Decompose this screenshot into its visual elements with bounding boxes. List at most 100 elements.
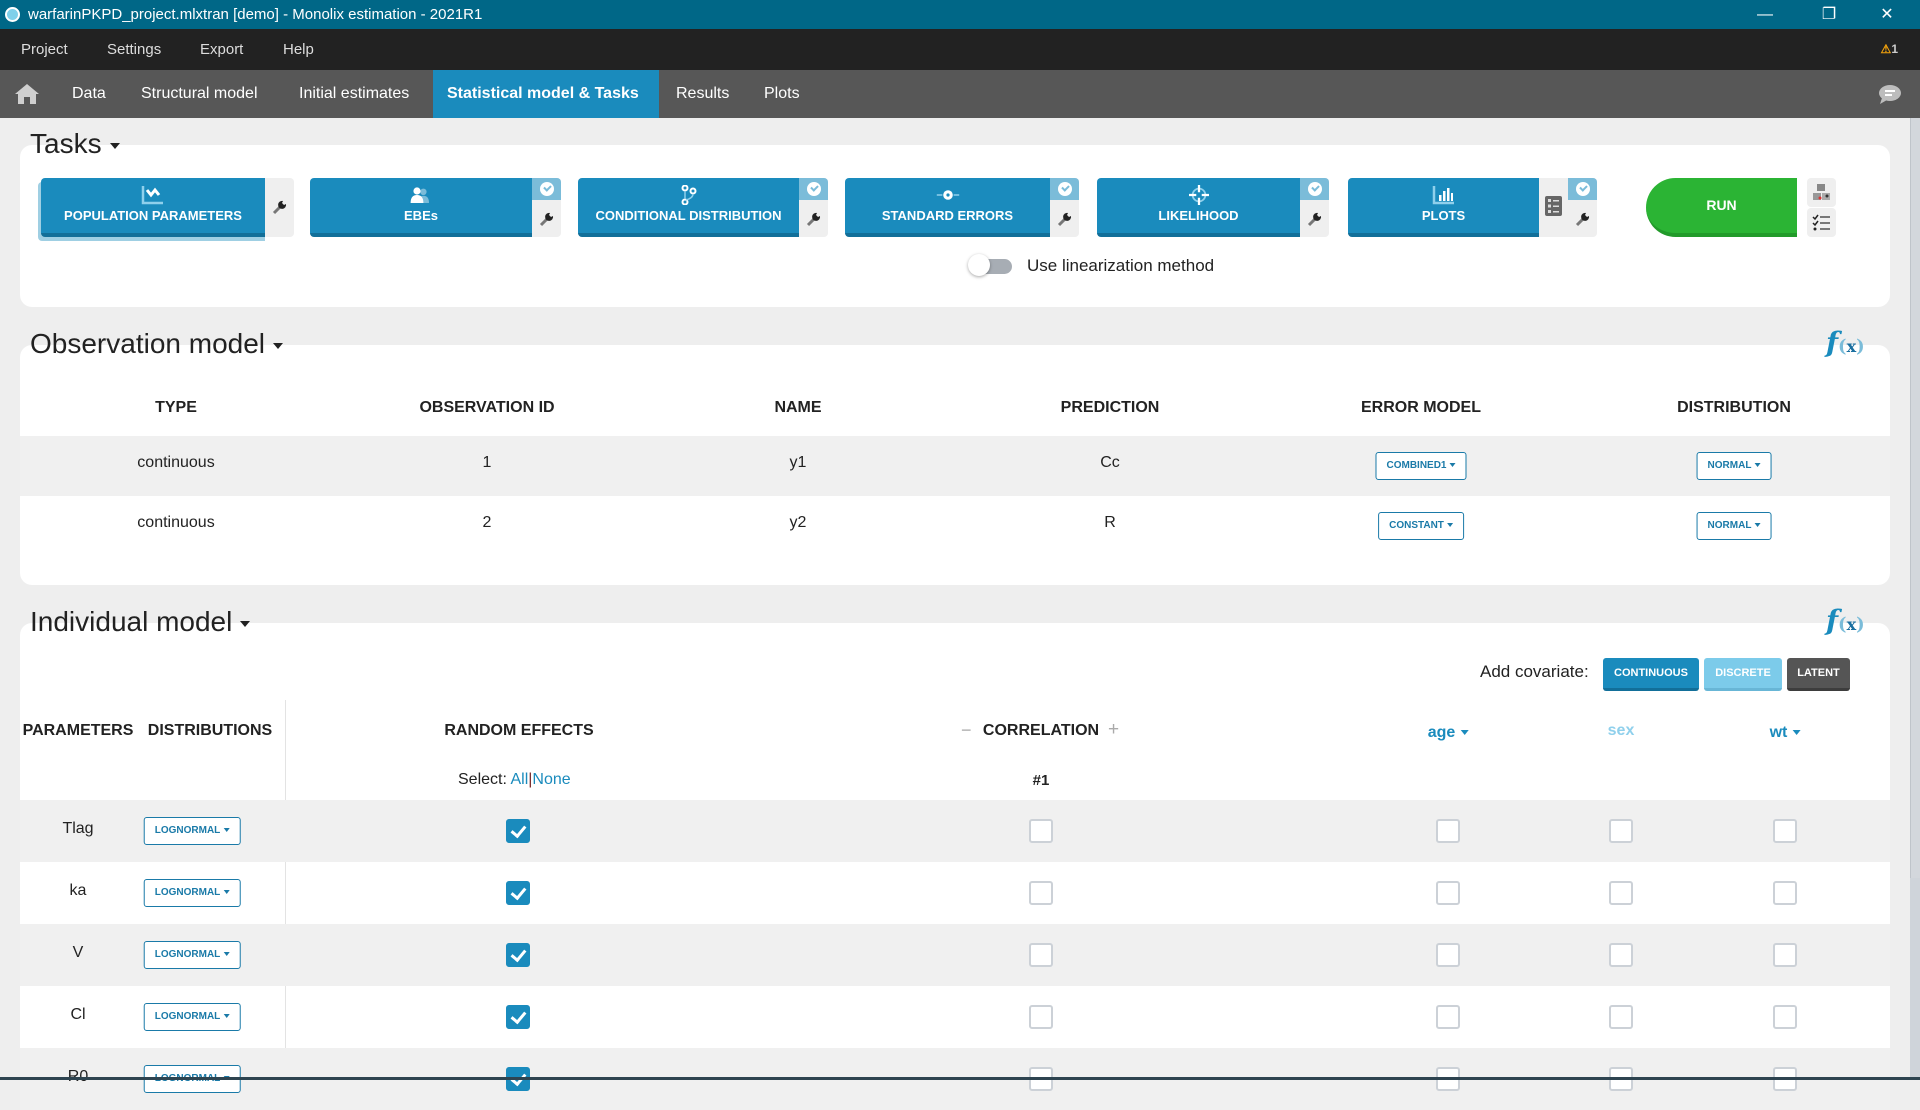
formula-fx-icon[interactable]: f(x)	[1826, 604, 1865, 637]
plots-label: PLOTS	[1421, 208, 1466, 223]
remove-correlation-button[interactable]: −	[961, 720, 972, 741]
menu-help[interactable]: Help	[283, 41, 314, 58]
obs-type: continuous	[137, 514, 215, 531]
covariate-sex-checkbox[interactable]	[1609, 1005, 1633, 1029]
run-checklist-button[interactable]	[1807, 208, 1836, 237]
linearization-toggle[interactable]	[968, 254, 1012, 276]
tasks-heading[interactable]: Tasks	[30, 128, 120, 160]
error-model-dropdown[interactable]: CONSTANT	[1378, 512, 1464, 540]
monolix-app-icon	[5, 7, 20, 22]
list-icon	[1545, 196, 1562, 216]
correlation-checkbox[interactable]	[1029, 1005, 1053, 1029]
observation-model-heading[interactable]: Observation model	[30, 328, 284, 360]
covariate-age-header[interactable]: age	[1428, 724, 1469, 742]
random-effect-checkbox[interactable]	[506, 881, 530, 905]
menu-project[interactable]: Project	[21, 41, 68, 58]
covariate-age-checkbox[interactable]	[1436, 943, 1460, 967]
menu-settings[interactable]: Settings	[107, 41, 161, 58]
plots-button[interactable]: PLOTS	[1348, 178, 1539, 237]
ebes-settings[interactable]	[532, 178, 561, 237]
distribution-dropdown[interactable]: NORMAL	[1696, 452, 1772, 480]
parameter-name: ka	[69, 882, 87, 899]
select-none-link[interactable]: None	[532, 771, 570, 788]
covariate-age-checkbox[interactable]	[1436, 819, 1460, 843]
warning-count: 1	[1891, 42, 1898, 56]
wrench-icon	[1575, 212, 1590, 227]
covariate-sex-checkbox[interactable]	[1609, 819, 1633, 843]
tab-initial-estimates[interactable]: Initial estimates	[285, 70, 423, 118]
conditional-distribution-settings[interactable]	[799, 178, 828, 237]
parameter-row: ka LOGNORMAL	[20, 862, 1890, 924]
random-effect-checkbox[interactable]	[506, 943, 530, 967]
correlation-checkbox[interactable]	[1029, 819, 1053, 843]
distribution-dropdown[interactable]: NORMAL	[1696, 512, 1772, 540]
obs-prediction: Cc	[1100, 454, 1120, 471]
add-discrete-covariate-button[interactable]: DISCRETE	[1704, 658, 1782, 691]
menu-bar: Project Settings Export Help ⚠1	[0, 29, 1920, 70]
random-effect-checkbox[interactable]	[506, 819, 530, 843]
covariate-sex-checkbox[interactable]	[1609, 881, 1633, 905]
obs-col-name: NAME	[774, 399, 822, 416]
title-bar: warfarinPKPD_project.mlxtran [demo] - Mo…	[0, 0, 1920, 29]
ind-col-random-effects: RANDOM EFFECTS	[444, 722, 594, 739]
covariate-wt-checkbox[interactable]	[1773, 943, 1797, 967]
covariate-wt-checkbox[interactable]	[1773, 881, 1797, 905]
population-parameters-button[interactable]: POPULATION PARAMETERS	[41, 178, 265, 237]
parameter-distribution-dropdown[interactable]: LOGNORMAL	[143, 817, 241, 845]
covariate-sex-checkbox[interactable]	[1609, 943, 1633, 967]
tab-data[interactable]: Data	[58, 70, 120, 118]
likelihood-settings[interactable]	[1300, 178, 1329, 237]
standard-errors-button[interactable]: STANDARD ERRORS	[845, 178, 1050, 237]
run-settings-button[interactable]	[1807, 178, 1836, 207]
tab-results[interactable]: Results	[662, 70, 743, 118]
tasks-heading-label: Tasks	[30, 128, 102, 159]
covariate-wt-header[interactable]: wt	[1770, 724, 1801, 742]
close-button[interactable]: ✕	[1864, 0, 1910, 29]
covariate-age-checkbox[interactable]	[1436, 881, 1460, 905]
maximize-button[interactable]: ❐	[1806, 0, 1852, 29]
tab-statistical-model-tasks[interactable]: Statistical model & Tasks	[433, 70, 659, 118]
likelihood-button[interactable]: LIKELIHOOD	[1097, 178, 1300, 237]
parameter-distribution-dropdown[interactable]: LOGNORMAL	[143, 941, 241, 969]
add-correlation-button[interactable]: +	[1108, 719, 1119, 741]
parameter-distribution-dropdown[interactable]: LOGNORMAL	[143, 1003, 241, 1031]
check-circle-icon	[532, 178, 561, 200]
add-continuous-covariate-button[interactable]: CONTINUOUS	[1603, 658, 1699, 691]
home-icon[interactable]	[14, 83, 40, 105]
formula-fx-icon[interactable]: f(x)	[1826, 326, 1865, 359]
conditional-distribution-button[interactable]: CONDITIONAL DISTRIBUTION	[578, 178, 799, 237]
covariate-age-checkbox[interactable]	[1436, 1005, 1460, 1029]
plots-settings[interactable]	[1568, 178, 1597, 237]
parameter-name: Cl	[70, 1006, 86, 1023]
covariate-wt-checkbox[interactable]	[1773, 819, 1797, 843]
population-parameters-label: POPULATION PARAMETERS	[64, 208, 242, 223]
tab-plots[interactable]: Plots	[750, 70, 814, 118]
standard-errors-settings[interactable]	[1050, 178, 1079, 237]
random-effect-checkbox[interactable]	[506, 1005, 530, 1029]
chat-icon[interactable]	[1878, 84, 1902, 104]
check-circle-icon	[799, 178, 828, 200]
ebes-button[interactable]: EBEs	[310, 178, 532, 237]
population-parameters-settings[interactable]	[265, 178, 294, 237]
wrench-icon	[1057, 212, 1072, 227]
scrollbar-thumb[interactable]	[1910, 118, 1920, 878]
plots-list-button[interactable]	[1539, 178, 1568, 237]
run-button[interactable]: RUN	[1646, 178, 1797, 237]
individual-model-heading[interactable]: Individual model	[30, 606, 251, 638]
correlation-checkbox[interactable]	[1029, 881, 1053, 905]
select-all-link[interactable]: All	[510, 771, 528, 788]
standard-errors-label: STANDARD ERRORS	[881, 208, 1014, 223]
cubes-icon	[1813, 184, 1830, 200]
obs-type: continuous	[137, 454, 215, 471]
warning-indicator[interactable]: ⚠1	[1881, 42, 1898, 56]
correlation-checkbox[interactable]	[1029, 943, 1053, 967]
covariate-wt-checkbox[interactable]	[1773, 1005, 1797, 1029]
wrench-icon	[539, 212, 554, 227]
menu-export[interactable]: Export	[200, 41, 243, 58]
tab-structural-model[interactable]: Structural model	[127, 70, 272, 118]
parameter-distribution-dropdown[interactable]: LOGNORMAL	[143, 879, 241, 907]
error-model-dropdown[interactable]: COMBINED1	[1375, 452, 1467, 480]
minimize-button[interactable]: —	[1742, 0, 1788, 29]
covariate-sex-header[interactable]: sex	[1608, 722, 1635, 740]
add-latent-covariate-button[interactable]: LATENT	[1787, 658, 1850, 691]
